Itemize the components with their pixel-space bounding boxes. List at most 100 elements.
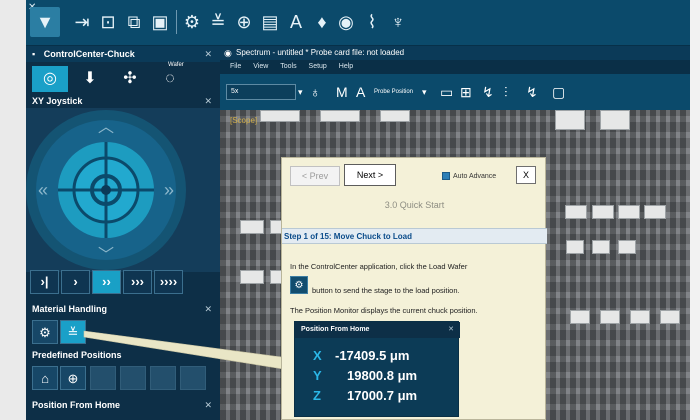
predefined-positions-header: Predefined Positions — [26, 348, 220, 362]
bond-pad — [600, 310, 620, 324]
spectrum-app-icon: ◉ — [224, 48, 232, 58]
svg-text:﹀: ﹀ — [98, 246, 114, 264]
jog-step-4-label: ›››› — [159, 274, 178, 289]
probe-move-icon[interactable]: ↯ — [482, 82, 494, 102]
bond-pad — [660, 310, 680, 324]
probe-position-dropdown-icon[interactable]: ▾ — [422, 82, 427, 102]
frame-icon[interactable]: ▢ — [552, 82, 565, 102]
bond-pad — [555, 110, 585, 130]
menu-tools[interactable]: Tools — [280, 63, 296, 70]
dialog-close-label: X — [522, 170, 529, 180]
position-from-home-close-icon[interactable]: ✕ — [204, 398, 212, 412]
save-icon[interactable]: ▣ — [148, 9, 172, 35]
home-position-button[interactable]: ⌂ — [32, 366, 58, 390]
load-wafer-button[interactable]: ⚙ — [32, 320, 58, 344]
probe-tool-icon[interactable]: ♆ — [386, 9, 410, 35]
login-icon[interactable]: ⇥ — [70, 9, 94, 35]
camera-icon[interactable]: ◉ — [334, 9, 358, 35]
next-button[interactable]: Next > — [344, 164, 396, 186]
zoom-value: 5x — [231, 88, 239, 95]
wafer-target-icon: ◎ — [43, 70, 57, 87]
position-slot-4[interactable] — [180, 366, 206, 390]
load-wafer-icon[interactable]: ⚙ — [180, 9, 204, 35]
jog-step-2-button[interactable]: ›› — [92, 270, 121, 294]
bond-pad — [260, 110, 300, 122]
position-from-home-window: Position From Home ✕ X -17409.5 μm Y 198… — [294, 321, 460, 417]
bond-pad — [240, 220, 264, 234]
jog-step-4-button[interactable]: ›››› — [154, 270, 183, 294]
stage-down-icon: ≚ — [67, 325, 79, 340]
predefined-positions-label: Predefined Positions — [32, 350, 122, 360]
menu-setup[interactable]: Setup — [309, 63, 327, 70]
material-handling-close-icon[interactable]: ✕ — [204, 302, 212, 316]
target-icon[interactable]: ⊕ — [232, 9, 256, 35]
menu-file[interactable]: File — [230, 63, 241, 70]
left-margin — [0, 0, 26, 420]
load-wafer-icon: ⚙ — [290, 276, 308, 294]
xy-joystick[interactable]: ︿ ﹀ « » — [26, 108, 220, 272]
measure-icon[interactable]: M — [336, 82, 348, 102]
spectrum-title: Spectrum - untitled * Probe card file: n… — [236, 48, 405, 57]
jog-step-3-button[interactable]: ››› — [123, 270, 152, 294]
x-axis-label: X — [313, 348, 322, 363]
probe-edit-icon[interactable]: ↯ — [526, 82, 538, 102]
panel-title-bar: ▪ ControlCenter-Chuck ✕ — [26, 46, 220, 62]
menu-view[interactable]: View — [253, 63, 268, 70]
layout-icon[interactable]: ▭ — [440, 82, 453, 102]
position-window-close-icon[interactable]: ✕ — [448, 322, 454, 338]
center-position-button[interactable]: ⊕ — [60, 366, 86, 390]
bond-pad — [320, 110, 360, 122]
align-icon[interactable]: ⫶ — [504, 82, 508, 102]
zoom-select[interactable]: 5x — [226, 84, 296, 100]
screenshot: ✕ ▼ ⇥ ⊡ ⧉ ▣ ⚙ ≚ ⊕ ▤ A ♦ ◉ ⌇ ♆ ▪ ControlC… — [0, 0, 700, 420]
toolbar-separator — [176, 10, 177, 34]
position-slot-3[interactable] — [150, 366, 176, 390]
wafer-map-icon[interactable]: ▼ — [30, 7, 60, 37]
probe-tip-icon[interactable]: ♁ — [310, 82, 321, 102]
probe-position-label[interactable]: Probe Position — [374, 82, 413, 102]
position-from-home-label: Position From Home — [32, 400, 121, 410]
grid-icon[interactable]: ⊞ — [460, 82, 472, 102]
dialog-close-button[interactable]: X — [516, 166, 536, 184]
bond-pad — [618, 240, 636, 254]
new-file-icon[interactable]: ⊡ — [96, 9, 120, 35]
step-heading: Step 1 of 15: Move Chuck to Load — [282, 228, 547, 244]
tab-fan[interactable]: ✣ — [112, 66, 148, 92]
joystick-close-icon[interactable]: ✕ — [204, 94, 212, 108]
chevron-down-icon[interactable]: ▾ — [298, 82, 303, 102]
panel-close-icon[interactable]: ✕ — [204, 46, 212, 62]
bond-pad — [592, 205, 614, 219]
panel-pin-icon[interactable]: ▪ — [32, 49, 35, 59]
bond-pad — [600, 110, 630, 130]
spectrum-toolbar: 5x ▾ ♁ M A Probe Position ▾ ▭ ⊞ ↯ ⫶ ↯ ▢ — [220, 74, 690, 110]
monitor-icon[interactable]: ▤ — [258, 9, 282, 35]
joystick-graphic: ︿ ﹀ « » — [26, 110, 186, 270]
jog-step-end-button[interactable]: ›| — [30, 270, 59, 294]
tab-probe[interactable]: ⬇ — [72, 66, 108, 92]
position-window-title-bar: Position From Home ✕ — [295, 322, 460, 338]
unload-button[interactable]: ≚ — [60, 320, 86, 344]
svg-text:︿: ︿ — [98, 119, 114, 136]
joystick-header-label: XY Joystick — [32, 96, 83, 106]
panel-title: ControlCenter-Chuck — [43, 49, 135, 59]
instruction-line-2: button to send the stage to the load pos… — [312, 286, 460, 295]
position-slot-1[interactable] — [90, 366, 116, 390]
position-slot-2[interactable] — [120, 366, 146, 390]
prev-button[interactable]: < Prev — [290, 166, 340, 186]
bond-pad — [570, 310, 590, 324]
stage-icon[interactable]: ≚ — [206, 9, 230, 35]
jog-step-1-button[interactable]: › — [61, 270, 90, 294]
load-wafer-icon: ⚙ — [39, 325, 51, 340]
tab-wafer[interactable]: ◌ — [152, 66, 188, 92]
auto-advance-option[interactable]: Auto Advance — [442, 172, 496, 180]
position-from-home-header: Position From Home ✕ — [26, 398, 220, 412]
auto-advance-checkbox[interactable] — [442, 172, 450, 180]
signal-icon[interactable]: ⌇ — [360, 9, 384, 35]
tab-wafer-target[interactable]: ◎ — [32, 66, 68, 92]
text-icon[interactable]: A — [356, 82, 365, 102]
text-tool-icon[interactable]: A — [284, 9, 308, 35]
scope-label: [Scope] — [230, 116, 258, 125]
open-file-icon[interactable]: ⧉ — [122, 9, 146, 35]
menu-help[interactable]: Help — [339, 63, 353, 70]
light-icon[interactable]: ♦ — [310, 9, 334, 35]
